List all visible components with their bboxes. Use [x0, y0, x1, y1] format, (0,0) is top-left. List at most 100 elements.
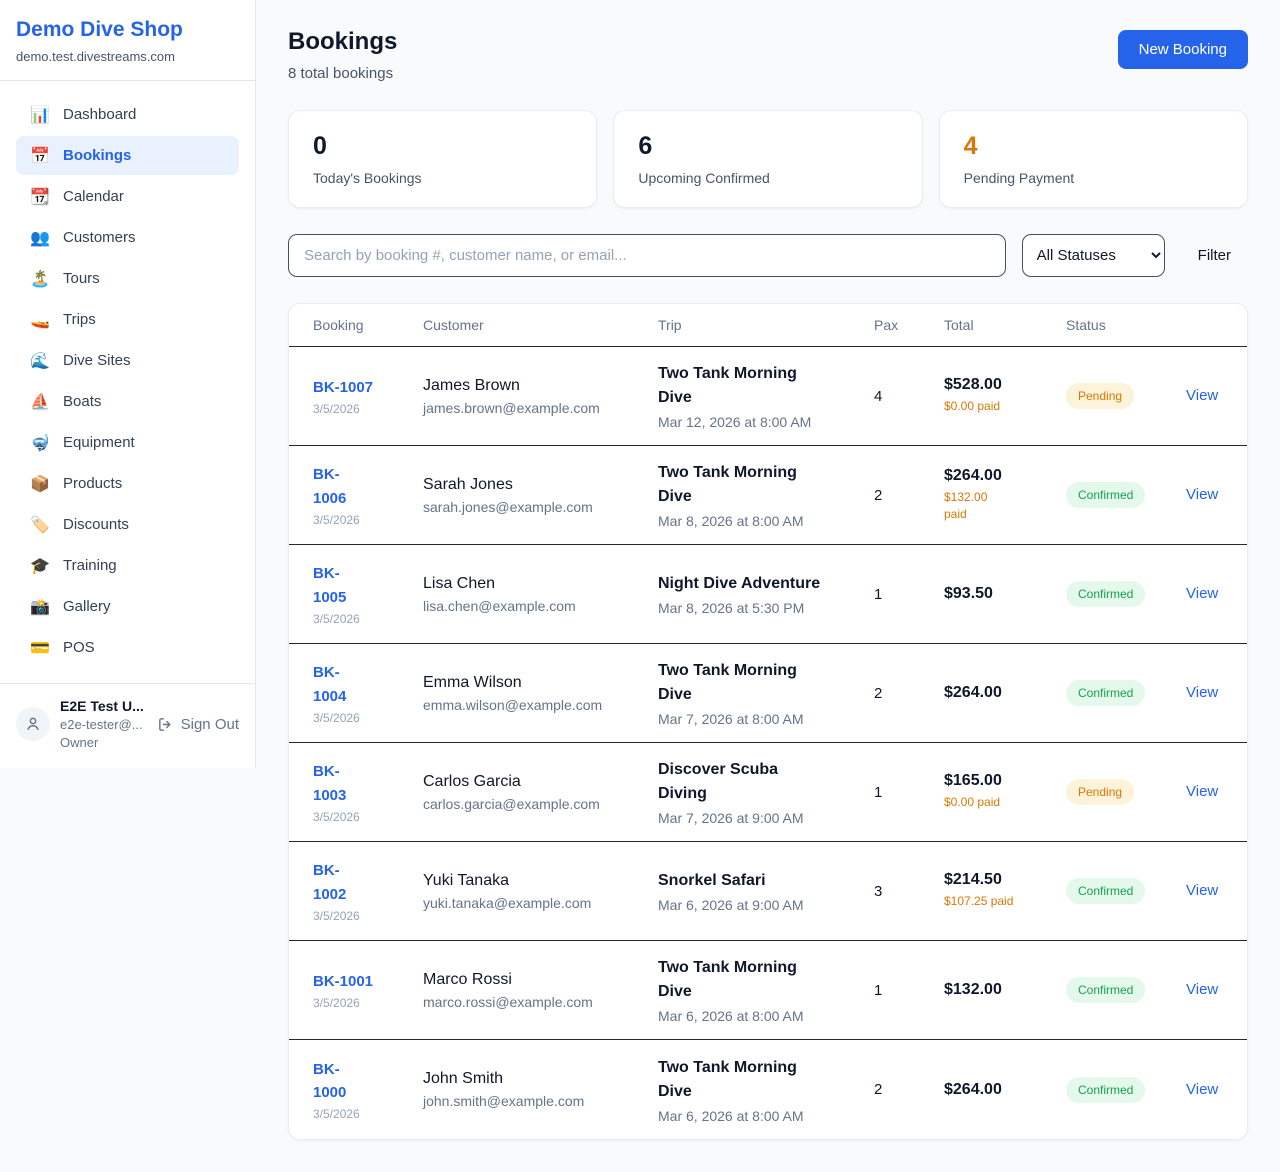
- status-badge: Confirmed: [1066, 482, 1145, 508]
- customer-email: marco.rossi@example.com: [423, 994, 658, 1010]
- status-cell: Confirmed: [1066, 977, 1186, 1003]
- trip-cell: Two Tank MorningDive Mar 12, 2026 at 8:0…: [658, 362, 874, 430]
- booking-date: 3/5/2026: [313, 810, 423, 824]
- booking-cell: BK-1000 3/5/2026: [313, 1058, 423, 1122]
- sidebar-item-bookings[interactable]: 📅 Bookings: [16, 136, 239, 175]
- booking-id-link[interactable]: BK-1001: [313, 970, 373, 993]
- sidebar-item-pos[interactable]: 💳 POS: [16, 628, 239, 667]
- stat-card-upcoming-confirmed: 6 Upcoming Confirmed: [613, 110, 922, 208]
- sidebar-item-calendar[interactable]: 📆 Calendar: [16, 177, 239, 216]
- status-filter-select[interactable]: All Statuses: [1022, 234, 1165, 277]
- sidebar-item-label: Dashboard: [63, 106, 136, 123]
- status-cell: Confirmed: [1066, 1077, 1186, 1103]
- view-link[interactable]: View: [1186, 1081, 1218, 1098]
- pax-count: 1: [874, 784, 944, 801]
- sidebar-item-training[interactable]: 🎓 Training: [16, 546, 239, 585]
- view-link[interactable]: View: [1186, 882, 1218, 899]
- sidebar-item-dive-sites[interactable]: 🌊 Dive Sites: [16, 341, 239, 380]
- booking-id-link[interactable]: BK-1005: [313, 562, 346, 609]
- user-section: E2E Test U... e2e-tester@... Owner Sign …: [0, 683, 255, 768]
- status-cell: Confirmed: [1066, 482, 1186, 508]
- booking-id-link[interactable]: BK-1003: [313, 760, 346, 807]
- total-amount: $132.00: [944, 981, 1066, 999]
- booking-date: 3/5/2026: [313, 402, 423, 416]
- sidebar-item-trips[interactable]: 🚤 Trips: [16, 300, 239, 339]
- stat-value: 0: [313, 132, 572, 161]
- paid-amount: $0.00 paid: [944, 794, 1066, 811]
- pax-count: 1: [874, 586, 944, 603]
- view-link[interactable]: View: [1186, 684, 1218, 701]
- booking-id-link[interactable]: BK-1002: [313, 859, 346, 906]
- status-badge: Pending: [1066, 779, 1134, 805]
- customer-email: yuki.tanaka@example.com: [423, 895, 658, 911]
- total-amount: $165.00: [944, 772, 1066, 790]
- sidebar-item-label: Calendar: [63, 188, 124, 205]
- new-booking-button[interactable]: New Booking: [1118, 30, 1248, 69]
- sign-out-button[interactable]: Sign Out: [157, 716, 239, 733]
- status-cell: Confirmed: [1066, 878, 1186, 904]
- column-header-pax: Pax: [874, 317, 944, 333]
- boats-icon: ⛵: [30, 392, 50, 411]
- table-row: BK-1003 3/5/2026 Carlos Garcia carlos.ga…: [289, 743, 1247, 842]
- toolbar: All Statuses Filter: [288, 234, 1248, 277]
- customer-cell: Yuki Tanaka yuki.tanaka@example.com: [423, 872, 658, 911]
- customer-cell: Carlos Garcia carlos.garcia@example.com: [423, 773, 658, 812]
- trip-cell: Two Tank MorningDive Mar 6, 2026 at 8:00…: [658, 1056, 874, 1124]
- booking-id-link[interactable]: BK-1004: [313, 661, 346, 708]
- customer-name: James Brown: [423, 377, 658, 395]
- stat-value: 6: [638, 132, 897, 161]
- trip-cell: Snorkel Safari Mar 6, 2026 at 9:00 AM: [658, 869, 874, 913]
- view-link[interactable]: View: [1186, 585, 1218, 602]
- sidebar-item-dashboard[interactable]: 📊 Dashboard: [16, 95, 239, 134]
- view-link[interactable]: View: [1186, 981, 1218, 998]
- total-cell: $264.00 $132.00paid: [944, 467, 1066, 524]
- total-amount: $264.00: [944, 467, 1066, 485]
- trip-name: Night Dive Adventure: [658, 572, 874, 596]
- status-badge: Confirmed: [1066, 878, 1145, 904]
- booking-id-link[interactable]: BK-1000: [313, 1058, 346, 1105]
- user-name: E2E Test U...: [60, 698, 147, 714]
- user-role: Owner: [60, 735, 147, 750]
- sidebar-item-label: Training: [63, 557, 117, 574]
- trip-cell: Two Tank MorningDive Mar 7, 2026 at 8:00…: [658, 659, 874, 727]
- filter-button[interactable]: Filter: [1198, 247, 1231, 264]
- customer-name: John Smith: [423, 1070, 658, 1088]
- user-info: E2E Test U... e2e-tester@... Owner: [60, 698, 147, 750]
- booking-cell: BK-1004 3/5/2026: [313, 661, 423, 725]
- customer-email: carlos.garcia@example.com: [423, 796, 658, 812]
- customer-name: Lisa Chen: [423, 575, 658, 593]
- table-row: BK-1004 3/5/2026 Emma Wilson emma.wilson…: [289, 644, 1247, 743]
- customer-name: Sarah Jones: [423, 476, 658, 494]
- trip-datetime: Mar 6, 2026 at 8:00 AM: [658, 1008, 874, 1024]
- actions-cell: View: [1186, 684, 1223, 702]
- equipment-icon: 🤿: [30, 433, 50, 452]
- booking-id-link[interactable]: BK-1006: [313, 463, 346, 510]
- sidebar-item-gallery[interactable]: 📸 Gallery: [16, 587, 239, 626]
- view-link[interactable]: View: [1186, 387, 1218, 404]
- view-link[interactable]: View: [1186, 783, 1218, 800]
- gallery-icon: 📸: [30, 597, 50, 616]
- sidebar-item-label: Tours: [63, 270, 100, 287]
- search-input[interactable]: [288, 234, 1006, 277]
- sidebar-item-discounts[interactable]: 🏷️ Discounts: [16, 505, 239, 544]
- pax-count: 3: [874, 883, 944, 900]
- sidebar-item-products[interactable]: 📦 Products: [16, 464, 239, 503]
- status-cell: Pending: [1066, 779, 1186, 805]
- sidebar-item-boats[interactable]: ⛵ Boats: [16, 382, 239, 421]
- customer-name: Marco Rossi: [423, 971, 658, 989]
- stat-value: 4: [964, 132, 1223, 161]
- trip-name: Discover ScubaDiving: [658, 758, 874, 806]
- total-bookings-count: 8 total bookings: [288, 65, 397, 82]
- column-header-status: Status: [1066, 317, 1186, 333]
- total-cell: $93.50: [944, 585, 1066, 603]
- view-link[interactable]: View: [1186, 486, 1218, 503]
- actions-cell: View: [1186, 981, 1223, 999]
- main-content: Bookings 8 total bookings New Booking 0 …: [256, 0, 1280, 1172]
- customer-cell: Emma Wilson emma.wilson@example.com: [423, 674, 658, 713]
- tours-icon: 🏝️: [30, 269, 50, 288]
- booking-id-link[interactable]: BK-1007: [313, 376, 373, 399]
- sidebar-item-customers[interactable]: 👥 Customers: [16, 218, 239, 257]
- column-header-total: Total: [944, 317, 1066, 333]
- sidebar-item-equipment[interactable]: 🤿 Equipment: [16, 423, 239, 462]
- sidebar-item-tours[interactable]: 🏝️ Tours: [16, 259, 239, 298]
